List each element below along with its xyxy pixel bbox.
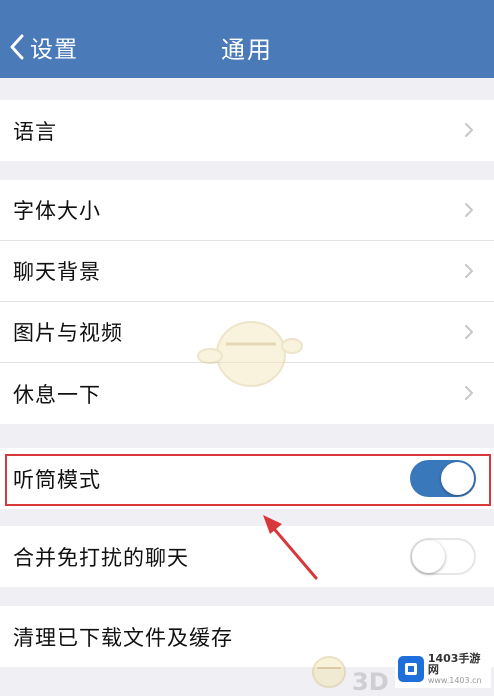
watermark-3d-text: 3D (352, 668, 389, 696)
chevron-right-icon (465, 123, 473, 137)
font-size-label: 字体大小 (13, 199, 101, 223)
clear-cache-label: 清理已下载文件及缓存 (13, 625, 233, 650)
earpiece-mode-toggle[interactable] (410, 460, 476, 497)
list-item-merge-dnd-chats: 合并免打扰的聊天 (0, 526, 494, 587)
cube-logo-icon (398, 656, 424, 682)
chat-background-label: 聊天背景 (13, 260, 101, 284)
watermark-mascot-icon (197, 321, 303, 387)
red-arrow-annotation (263, 515, 318, 580)
site-name: 1403手游网 (427, 652, 481, 676)
chevron-right-icon (465, 325, 473, 339)
list-item-chat-background[interactable]: 聊天背景 (0, 241, 494, 302)
chevron-right-icon (465, 386, 473, 400)
list-item-earpiece-mode: 听筒模式 (0, 448, 494, 509)
nav-bar: 设置 通用 (0, 0, 494, 78)
page-title: 通用 (221, 36, 273, 64)
group-language: 语言 (0, 100, 494, 161)
chevron-right-icon (465, 203, 473, 217)
photos-videos-label: 图片与视频 (13, 321, 123, 345)
merge-dnd-chats-toggle[interactable] (410, 538, 476, 575)
toggle-knob (412, 540, 445, 573)
site-url: www.1403.cn (427, 676, 482, 685)
list-item-font-size[interactable]: 字体大小 (0, 180, 494, 241)
rest-label: 休息一下 (13, 382, 101, 407)
chevron-right-icon (465, 264, 473, 278)
language-label: 语言 (13, 119, 57, 144)
earpiece-mode-label: 听筒模式 (13, 467, 101, 492)
group-merge: 合并免打扰的聊天 (0, 526, 494, 587)
merge-dnd-chats-label: 合并免打扰的聊天 (13, 545, 189, 570)
list-item-language[interactable]: 语言 (0, 100, 494, 161)
toggle-knob (441, 462, 474, 495)
watermark-mascot-small-icon (312, 656, 346, 688)
site-watermark-badge: 1403手游网 www.1403.cn (395, 650, 491, 688)
group-earpiece: 听筒模式 (0, 448, 494, 509)
